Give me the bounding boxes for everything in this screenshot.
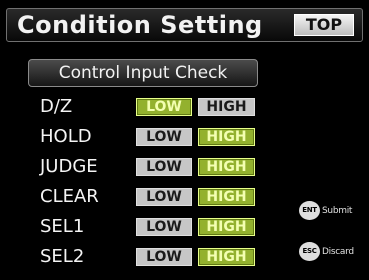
judge-high-option[interactable]: HIGH [198,158,255,176]
clear-high-option[interactable]: HIGH [198,188,255,206]
clear-low-option[interactable]: LOW [136,188,192,206]
ent-key-icon: ENT [299,201,320,220]
row-hold: HOLD LOW HIGH [0,126,260,148]
hold-high-option[interactable]: HIGH [198,128,255,146]
dz-high-option[interactable]: HIGH [198,98,255,116]
sel1-low-option[interactable]: LOW [136,218,192,236]
dz-low-option[interactable]: LOW [136,98,192,116]
esc-key-icon: ESC [299,242,320,261]
sel1-high-option[interactable]: HIGH [198,218,255,236]
header-bar: Condition Setting TOP [6,8,363,42]
row-label: D/Z [40,96,73,117]
row-label: SEL2 [40,246,85,267]
row-dz: D/Z LOW HIGH [0,96,260,118]
row-label: HOLD [40,126,92,147]
submit-key[interactable]: ENT Submit [299,201,352,220]
discard-key[interactable]: ESC Discard [299,242,354,261]
sel2-high-option[interactable]: HIGH [198,248,255,266]
row-sel1: SEL1 LOW HIGH [0,216,260,238]
section-title-control-input-check: Control Input Check [28,59,258,87]
hold-low-option[interactable]: LOW [136,128,192,146]
row-judge: JUDGE LOW HIGH [0,156,260,178]
top-button[interactable]: TOP [294,14,354,36]
page-title: Condition Setting [17,11,263,39]
row-sel2: SEL2 LOW HIGH [0,246,260,268]
row-label: SEL1 [40,216,85,237]
judge-low-option[interactable]: LOW [136,158,192,176]
submit-label: Submit [322,205,353,216]
row-label: CLEAR [40,186,99,207]
row-clear: CLEAR LOW HIGH [0,186,260,208]
sel2-low-option[interactable]: LOW [136,248,192,266]
discard-label: Discard [322,246,354,257]
row-label: JUDGE [40,156,98,177]
